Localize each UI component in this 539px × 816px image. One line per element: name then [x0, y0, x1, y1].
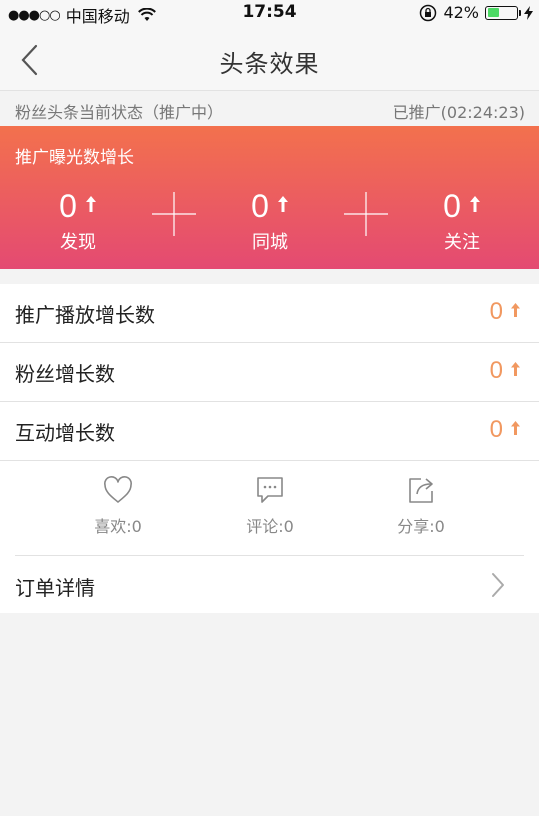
list-item: 推广播放增长数 0: [0, 284, 539, 343]
battery-fill: [487, 8, 500, 17]
list-item: 互动增长数 0: [0, 402, 539, 461]
metric-following: 0 关注: [402, 186, 522, 254]
rotation-lock-icon: [420, 4, 437, 21]
promotion-status-strip: 粉丝头条当前状态（推广中） 已推广(02:24:23): [0, 92, 539, 126]
exposure-growth-card: 推广曝光数增长 0 发现 0 同城 0 关注: [0, 126, 539, 269]
charging-bolt-icon: [524, 5, 533, 20]
stat-number: 0: [489, 357, 503, 384]
metric-nearby-value: 0: [251, 187, 269, 224]
navigation-bar: 头条效果: [0, 28, 539, 91]
arrow-up-icon: [469, 196, 480, 212]
comment-icon: [257, 477, 283, 503]
likes-label: 喜欢:0: [94, 517, 142, 536]
stat-label: 互动增长数: [15, 420, 115, 445]
interaction-summary: 喜欢:0 评论:0 分享:0 订单详情: [0, 461, 539, 613]
promotion-elapsed-time: 已推广(02:24:23): [392, 103, 525, 122]
exposure-growth-title: 推广曝光数增长: [15, 148, 134, 168]
arrow-up-icon: [511, 303, 520, 317]
stat-value: 0: [490, 416, 521, 444]
order-details-label: 订单详情: [15, 576, 95, 600]
battery-percent: 42%: [443, 3, 479, 22]
arrow-up-icon: [511, 421, 520, 435]
status-bar: ●●●○○ 中国移动 17:54 42%: [0, 0, 539, 28]
stat-number: 0: [489, 298, 503, 325]
metric-following-value: 0: [443, 187, 461, 224]
status-right: 42%: [419, 3, 533, 22]
order-details-row[interactable]: 订单详情: [0, 556, 539, 613]
plus-icon: [152, 192, 196, 236]
arrow-up-icon: [511, 362, 520, 376]
arrow-up-icon: [277, 196, 288, 212]
stat-value: 0: [490, 298, 521, 326]
metric-nearby-label: 同城: [252, 232, 288, 253]
stat-label: 粉丝增长数: [15, 361, 115, 386]
stat-number: 0: [489, 416, 503, 443]
arrow-up-icon: [85, 196, 96, 212]
metric-discover-value: 0: [59, 187, 77, 224]
plus-icon: [344, 192, 388, 236]
comments-stat: 评论:0: [220, 475, 320, 537]
metric-following-label: 关注: [444, 232, 480, 253]
metric-discover-label: 发现: [60, 232, 96, 253]
list-item: 粉丝增长数 0: [0, 343, 539, 402]
share-icon: [409, 478, 433, 503]
metric-nearby: 0 同城: [210, 186, 330, 254]
stat-value: 0: [490, 357, 521, 385]
battery-icon: [485, 5, 521, 20]
promotion-status-label: 粉丝头条当前状态（推广中）: [15, 103, 224, 122]
heart-icon: [104, 476, 132, 503]
stat-label: 推广播放增长数: [15, 302, 155, 327]
likes-stat: 喜欢:0: [68, 475, 168, 537]
shares-stat: 分享:0: [371, 475, 471, 537]
comments-label: 评论:0: [246, 517, 294, 536]
metric-discover: 0 发现: [18, 186, 138, 254]
chevron-right-icon: [492, 573, 504, 597]
page-title: 头条效果: [219, 50, 320, 78]
shares-label: 分享:0: [397, 517, 445, 536]
growth-stats-list: 推广播放增长数 0 粉丝增长数 0 互动增长数 0: [0, 284, 539, 461]
